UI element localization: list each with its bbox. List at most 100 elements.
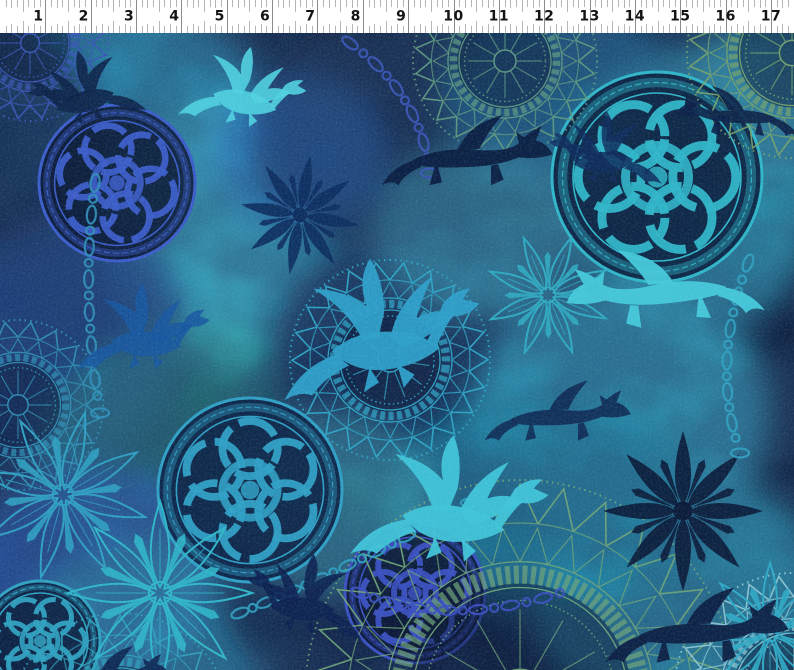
ruler-tick <box>573 0 574 7</box>
ruler-tick <box>578 0 579 8</box>
ruler-inch-line <box>91 0 92 33</box>
ruler-tick <box>754 0 755 7</box>
ruler-tick <box>459 0 460 7</box>
ruler-inch-line <box>136 0 137 33</box>
ruler-tick <box>782 24 783 33</box>
ruler-tick <box>108 26 109 33</box>
ruler-number: 6 <box>260 9 270 23</box>
fabric-listing-photo: 1234567891011121314151617 <box>0 0 794 670</box>
ruler-tick <box>266 0 267 7</box>
ruler-tick <box>210 0 211 7</box>
ruler-tick <box>232 0 233 7</box>
ruler-tick <box>601 24 602 33</box>
ruler-tick <box>425 26 426 33</box>
ruler-tick <box>204 21 205 33</box>
ruler-inch-line <box>272 0 273 33</box>
ruler-tick <box>232 26 233 33</box>
ruler-tick <box>675 26 676 33</box>
ruler-tick <box>748 0 749 12</box>
ruler-tick <box>62 0 63 7</box>
ruler-tick <box>249 21 250 33</box>
ruler-tick <box>629 0 630 7</box>
ruler-tick <box>244 0 245 7</box>
ruler-tick <box>646 24 647 33</box>
ruler-tick <box>312 26 313 33</box>
ruler-tick <box>612 0 613 12</box>
ruler-tick <box>397 24 398 33</box>
ruler-tick <box>215 0 216 8</box>
ruler-tick <box>414 26 415 33</box>
ruler-tick <box>607 0 608 7</box>
ruler-tick <box>221 26 222 33</box>
ruler-tick <box>782 0 783 8</box>
ruler-tick <box>391 0 392 7</box>
ruler-tick <box>607 26 608 33</box>
ruler-tick <box>300 26 301 33</box>
ruler-tick <box>584 26 585 33</box>
ruler-tick <box>346 0 347 7</box>
ruler-tick <box>295 21 296 33</box>
ruler-tick <box>352 0 353 8</box>
ruler-tick <box>703 0 704 12</box>
ruler-tick <box>731 0 732 7</box>
ruler-tick <box>442 24 443 33</box>
ruler-tick <box>278 0 279 7</box>
ruler-tick <box>556 24 557 33</box>
ruler-tick <box>488 24 489 33</box>
ruler-tick <box>482 0 483 7</box>
ruler-tick <box>663 0 664 7</box>
ruler-tick <box>714 24 715 33</box>
ruler-tick <box>618 0 619 7</box>
ruler-tick <box>79 0 80 8</box>
ruler-tick <box>119 0 120 7</box>
fabric-swatch <box>0 33 794 670</box>
ruler-tick <box>40 0 41 7</box>
ruler-tick <box>113 21 114 33</box>
ruler-tick <box>142 26 143 33</box>
ruler-tick <box>386 0 387 12</box>
ruler-tick <box>68 21 69 33</box>
ruler-tick <box>142 0 143 7</box>
ruler-tick <box>153 0 154 7</box>
ruler-tick <box>34 0 35 8</box>
ruler-tick <box>465 0 466 8</box>
ruler-number: 12 <box>534 9 554 23</box>
ruler-tick <box>312 0 313 7</box>
ruler-tick <box>159 21 160 33</box>
ruler-tick <box>488 0 489 8</box>
ruler-tick <box>567 21 568 33</box>
ruler-tick <box>658 0 659 12</box>
ruler-tick <box>108 0 109 7</box>
ruler-tick <box>442 0 443 8</box>
ruler-tick <box>11 0 12 8</box>
ruler-tick <box>96 26 97 33</box>
ruler-tick <box>692 24 693 33</box>
ruler-tick <box>6 26 7 33</box>
ruler-tick <box>510 0 511 8</box>
ruler-tick <box>641 0 642 7</box>
ruler-number: 13 <box>579 9 599 23</box>
ruler-tick <box>283 0 284 8</box>
ruler-tick <box>714 0 715 8</box>
ruler-tick <box>289 0 290 7</box>
ruler-tick <box>130 26 131 33</box>
ruler-number: 3 <box>124 9 134 23</box>
ruler-tick <box>561 26 562 33</box>
ruler-tick <box>692 0 693 8</box>
ruler-tick <box>164 26 165 33</box>
fabric-grain-texture <box>0 33 794 670</box>
ruler-tick <box>686 0 687 7</box>
ruler-tick <box>204 0 205 12</box>
ruler-tick <box>686 26 687 33</box>
ruler-tick <box>414 0 415 7</box>
ruler-tick <box>340 0 341 12</box>
ruler-tick <box>788 26 789 33</box>
ruler-tick <box>516 26 517 33</box>
ruler-tick <box>6 0 7 7</box>
ruler-tick <box>697 0 698 7</box>
ruler-tick <box>193 24 194 33</box>
ruler-tick <box>255 0 256 7</box>
ruler-tick <box>641 26 642 33</box>
ruler-tick <box>369 26 370 33</box>
ruler-tick <box>17 0 18 7</box>
